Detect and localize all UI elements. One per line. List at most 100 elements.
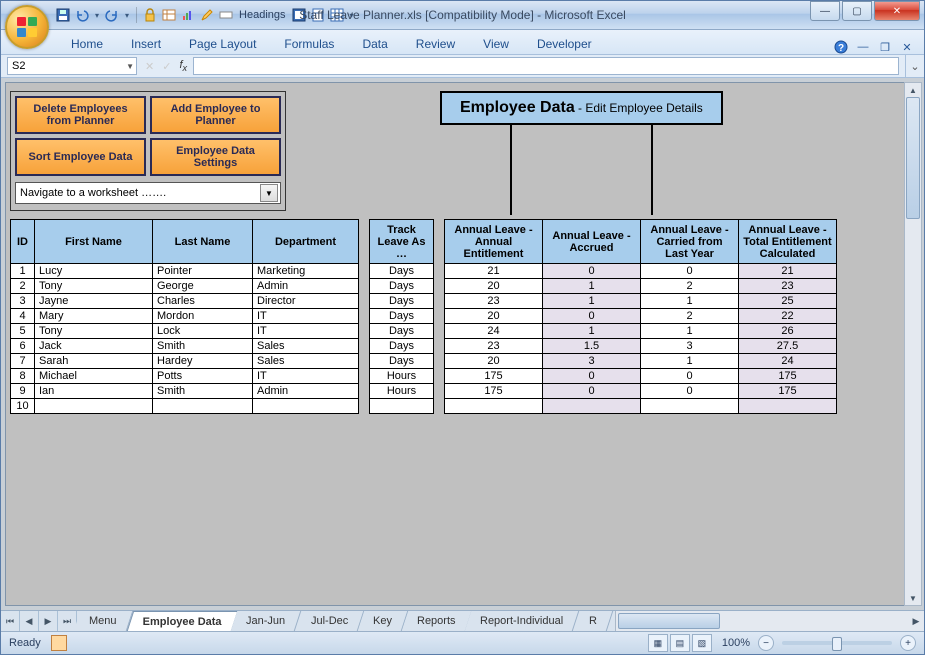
chevron-down-icon[interactable]: ▼ [260,184,278,202]
view-grid-icon[interactable] [329,7,345,23]
table-row[interactable]: Days [370,324,434,339]
table-row[interactable]: 7SarahHardeySales [11,354,359,369]
ribbon-tab-view[interactable]: View [469,33,523,54]
add-employee-button[interactable]: Add Employee to Planner [150,96,281,134]
zoom-in-button[interactable]: + [900,635,916,651]
sheet-tab-r[interactable]: R [573,611,612,631]
close-button[interactable]: ✕ [874,1,920,21]
table-row[interactable]: 201223 [445,279,837,294]
table-row[interactable]: 3JayneCharlesDirector [11,294,359,309]
formula-bar-toggle-icon[interactable] [218,7,234,23]
employee-table[interactable]: IDFirst NameLast NameDepartment 1LucyPoi… [10,219,359,414]
workbook-close-icon[interactable]: ✕ [900,40,914,54]
view-layout-button[interactable]: ▤ [670,634,690,652]
table-row[interactable]: 231.5327.5 [445,339,837,354]
ribbon-tab-review[interactable]: Review [402,33,469,54]
table-row[interactable]: 231125 [445,294,837,309]
table-row[interactable]: 6JackSmithSales [11,339,359,354]
maximize-button[interactable]: ▢ [842,1,872,21]
table-row[interactable]: 8MichaelPottsIT [11,369,359,384]
sheet-tab-reports[interactable]: Reports [402,611,472,631]
scroll-thumb[interactable] [618,613,720,629]
scroll-thumb[interactable] [906,97,920,219]
sheet-tab-report-individual[interactable]: Report-Individual [465,611,580,631]
zoom-level[interactable]: 100% [722,637,750,649]
sort-employee-button[interactable]: Sort Employee Data [15,138,146,176]
delete-employees-button[interactable]: Delete Employees from Planner [15,96,146,134]
macro-record-icon[interactable] [51,635,67,651]
ribbon-tab-home[interactable]: Home [57,33,117,54]
table-row[interactable]: Days [370,294,434,309]
ribbon-tab-page-layout[interactable]: Page Layout [175,33,270,54]
table-row[interactable] [370,399,434,414]
ribbon-tab-developer[interactable]: Developer [523,33,606,54]
navigate-worksheet-select[interactable]: Navigate to a worksheet ……. ▼ [15,182,281,204]
zoom-slider[interactable] [782,641,892,645]
table-row[interactable]: 203124 [445,354,837,369]
redo-icon[interactable] [104,7,120,23]
scroll-right-icon[interactable]: ▶ [908,611,924,631]
scroll-down-icon[interactable]: ▼ [905,591,921,605]
table-row[interactable]: Days [370,354,434,369]
table-row[interactable]: 1LucyPointerMarketing [11,264,359,279]
undo-dropdown-icon[interactable]: ▾ [93,11,101,20]
worksheet-icon[interactable] [161,7,177,23]
tab-first-icon[interactable]: ⏮ [1,611,20,631]
scroll-up-icon[interactable]: ▲ [905,83,921,97]
name-box[interactable]: S2▼ [7,57,137,75]
redo-dropdown-icon[interactable]: ▾ [123,11,131,20]
tab-next-icon[interactable]: ▶ [39,611,58,631]
column-header[interactable]: Annual Leave - Total Entitlement Calcula… [739,220,837,264]
column-header[interactable]: Annual Leave - Carried from Last Year [641,220,739,264]
table-row[interactable]: 9IanSmithAdmin [11,384,359,399]
table-row[interactable]: Days [370,339,434,354]
table-row[interactable]: Days [370,279,434,294]
track-table[interactable]: Track Leave As … DaysDaysDaysDaysDaysDay… [369,219,434,414]
column-header[interactable]: Annual Leave - Annual Entitlement [445,220,543,264]
table-row[interactable]: Hours [370,369,434,384]
sheet-tab-key[interactable]: Key [358,611,408,631]
column-header[interactable]: Annual Leave - Accrued [543,220,641,264]
table-row[interactable]: Days [370,309,434,324]
column-header[interactable]: Department [253,220,359,264]
sheet-tab-employee-data[interactable]: Employee Data [126,611,237,631]
save-icon[interactable] [55,7,71,23]
formula-input[interactable] [193,57,899,75]
ribbon-tab-formulas[interactable]: Formulas [270,33,348,54]
table-row[interactable]: 200222 [445,309,837,324]
chart-icon[interactable] [180,7,196,23]
table-row[interactable]: Hours [370,384,434,399]
column-header[interactable]: First Name [35,220,153,264]
table-row[interactable]: 17500175 [445,384,837,399]
table-row[interactable]: 5TonyLockIT [11,324,359,339]
view-page-icon[interactable] [310,7,326,23]
edit-icon[interactable] [199,7,215,23]
table-row[interactable]: Days [370,264,434,279]
tab-prev-icon[interactable]: ◀ [20,611,39,631]
chevron-down-icon[interactable]: ▼ [126,62,134,71]
headings-toggle[interactable]: Headings [237,9,287,21]
qat-customize-icon[interactable]: ▾ [348,11,356,20]
formula-expand-icon[interactable]: ⌄ [905,55,924,77]
lock-icon[interactable] [142,7,158,23]
table-row[interactable]: 2TonyGeorgeAdmin [11,279,359,294]
sheet-tab-jul-dec[interactable]: Jul-Dec [295,611,364,631]
table-row[interactable]: 210021 [445,264,837,279]
leave-table[interactable]: Annual Leave - Annual EntitlementAnnual … [444,219,837,414]
ribbon-tab-insert[interactable]: Insert [117,33,175,54]
employee-settings-button[interactable]: Employee Data Settings [150,138,281,176]
view-normal-button[interactable]: ▦ [648,634,668,652]
column-header[interactable]: Last Name [153,220,253,264]
ribbon-minimize-icon[interactable]: ― [856,40,870,54]
sheet-tab-menu[interactable]: Menu [74,611,133,631]
worksheet[interactable]: Delete Employees from Planner Add Employ… [5,82,906,606]
workbook-restore-icon[interactable]: ❐ [878,40,892,54]
table-row[interactable]: 4MaryMordonIT [11,309,359,324]
undo-icon[interactable] [74,7,90,23]
table-row[interactable]: 10 [11,399,359,414]
vertical-scrollbar[interactable]: ▲ ▼ [904,82,922,606]
sheet-tab-jan-jun[interactable]: Jan-Jun [231,611,302,631]
help-icon[interactable]: ? [834,40,848,54]
view-break-button[interactable]: ▧ [692,634,712,652]
table-row[interactable]: 17500175 [445,369,837,384]
